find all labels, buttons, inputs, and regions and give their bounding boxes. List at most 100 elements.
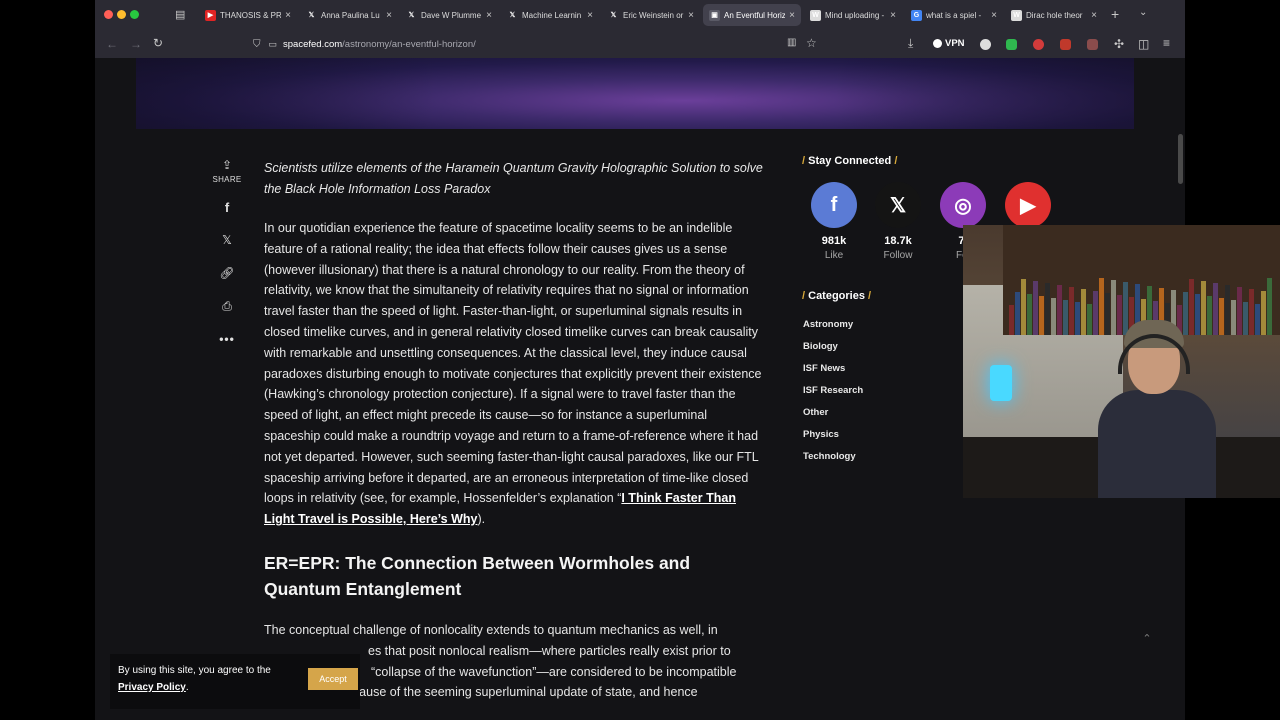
back-button[interactable]: ← — [106, 37, 118, 51]
category-link[interactable]: Biology — [803, 340, 863, 362]
extension-red-icon[interactable] — [1033, 39, 1044, 50]
tab-title: Anna Paulina Lu — [321, 10, 380, 20]
tab-title: Dave W Plumme — [421, 10, 482, 20]
shield-icon[interactable]: ⛉ — [253, 39, 261, 50]
browser-tab[interactable]: 𝕏 Eric Weinstein or × — [602, 4, 700, 26]
extension-abp-icon[interactable] — [1060, 39, 1071, 50]
category-link[interactable]: Other — [803, 406, 863, 428]
sidebar-icon[interactable]: ◫ — [1138, 37, 1149, 51]
tab-favicon-icon: ▶ — [205, 9, 216, 21]
tab-close-icon[interactable]: × — [789, 10, 795, 21]
cookie-message: By using this site, you agree to the — [118, 665, 271, 676]
tab-close-icon[interactable]: × — [386, 10, 392, 21]
more-icon[interactable]: ••• — [217, 329, 237, 349]
book-spine — [1087, 304, 1092, 335]
tab-close-icon[interactable]: × — [688, 10, 694, 21]
privacy-policy-link[interactable]: Privacy Policy — [118, 682, 186, 693]
share-header[interactable]: ⇪ SHARE — [212, 158, 241, 184]
list-tabs-button[interactable]: ⌄ — [1139, 7, 1147, 18]
paragraph-line-1: The conceptual challenge of nonlocality … — [264, 622, 718, 637]
vpn-button[interactable]: VPN — [933, 38, 965, 49]
browser-tab[interactable]: ▣ An Eventful Horiz × — [703, 4, 801, 26]
browser-tab[interactable]: W Mind uploading - × — [804, 4, 902, 26]
person-body — [1098, 390, 1216, 498]
browser-tab[interactable]: Gwhat is a spiel - × — [905, 4, 1003, 26]
back-to-top-button[interactable]: ⌃ — [1139, 630, 1155, 646]
follower-count: 981k — [821, 235, 847, 247]
downloads-icon[interactable]: ⤓ — [908, 36, 913, 51]
webcam-overlay — [963, 225, 1280, 498]
tab-close-icon[interactable]: × — [486, 10, 492, 21]
tab-title: THANOSIS & PR — [220, 10, 282, 20]
paragraph-text: In our quotidian experience the feature … — [264, 221, 762, 506]
cookie-banner: By using this site, you agree to the Pri… — [110, 654, 360, 709]
browser-tab[interactable]: 𝕏 Anna Paulina Lu × — [300, 4, 398, 26]
vpn-icon — [933, 39, 942, 48]
tab-close-icon[interactable]: × — [1091, 10, 1097, 21]
book-spine — [1237, 287, 1242, 335]
cookie-end: . — [185, 682, 189, 693]
book-spine — [1027, 294, 1032, 335]
extensions-puzzle-icon[interactable]: ✣ — [1114, 37, 1124, 51]
stay-connected-title: / Stay Connected / — [802, 155, 898, 167]
url-text[interactable]: spacefed.com/astronomy/an-eventful-horiz… — [283, 39, 476, 50]
tab-close-icon[interactable]: × — [587, 10, 593, 21]
accept-cookies-button[interactable]: Accept — [308, 668, 358, 690]
tab-close-icon[interactable]: × — [890, 10, 896, 21]
facebook-icon[interactable]: f — [217, 197, 237, 217]
category-link[interactable]: Technology — [803, 450, 863, 472]
extension-grid-icon[interactable] — [1087, 39, 1098, 50]
menu-icon[interactable]: ≡ — [1163, 36, 1170, 50]
youtube-icon[interactable]: ▶ — [1005, 182, 1051, 228]
social-follow-facebook[interactable]: f 981k Like — [811, 182, 857, 261]
category-link[interactable]: ISF News — [803, 362, 863, 384]
book-spine — [1009, 305, 1014, 335]
social-follow-x[interactable]: 𝕏 18.7k Follow — [875, 182, 921, 261]
tab-title: Mind uploading - — [825, 10, 885, 20]
category-list: Astronomy Biology ISF News ISF Research Othe… — [803, 318, 863, 472]
new-tab-button[interactable]: + — [1111, 6, 1119, 22]
link-icon[interactable]: 🔗︎ — [217, 263, 237, 283]
book-spine — [1039, 296, 1044, 335]
category-link[interactable]: ISF Research — [803, 384, 863, 406]
print-icon[interactable]: ⎙ — [217, 296, 237, 316]
tab-favicon-icon: W — [1011, 9, 1022, 21]
facebook-icon[interactable]: f — [811, 182, 857, 228]
extension-green-icon[interactable] — [1006, 39, 1017, 50]
book-spine — [1063, 300, 1068, 335]
x-icon[interactable]: 𝕏 — [217, 230, 237, 250]
book-spine — [1219, 298, 1224, 335]
browser-tab[interactable]: 𝕏 Dave W Plumme × — [400, 4, 498, 26]
category-link[interactable]: Astronomy — [803, 318, 863, 340]
vpn-label: VPN — [945, 38, 965, 49]
browser-tab[interactable]: 𝕏 Machine Learnin × — [501, 4, 599, 26]
extension-c-icon[interactable] — [980, 39, 991, 50]
tab-overview-icon[interactable]: ▤ — [175, 8, 185, 21]
reader-view-icon[interactable]: ▥ — [787, 37, 796, 48]
x-icon[interactable]: 𝕏 — [875, 182, 921, 228]
book-spine — [1243, 302, 1248, 335]
book-spine — [1075, 302, 1080, 335]
tab-close-icon[interactable]: × — [285, 10, 291, 21]
categories-label: Categories — [808, 290, 865, 302]
close-window-button[interactable] — [104, 10, 113, 19]
browser-tab[interactable]: W Dirac hole theor × — [1005, 4, 1103, 26]
category-link[interactable]: Physics — [803, 428, 863, 450]
book-spine — [1213, 283, 1218, 335]
minimize-window-button[interactable] — [117, 10, 126, 19]
tab-favicon-icon: G — [911, 9, 922, 21]
address-bar[interactable]: ⛉ ▭ spacefed.com/astronomy/an-eventful-h… — [253, 32, 823, 56]
share-label: SHARE — [212, 175, 242, 184]
zoom-window-button[interactable] — [130, 10, 139, 19]
tab-title: Dirac hole theor — [1026, 10, 1083, 20]
page-scrollbar[interactable] — [1178, 134, 1183, 184]
browser-tab[interactable]: ▶ THANOSIS & PR × — [199, 4, 297, 26]
instagram-icon[interactable]: ◎ — [940, 182, 986, 228]
tab-title: Eric Weinstein or — [623, 10, 684, 20]
forward-button[interactable]: → — [130, 37, 142, 51]
tab-close-icon[interactable]: × — [991, 10, 997, 21]
site-info-icon[interactable]: ▭ — [269, 39, 278, 50]
tab-favicon-icon: ▣ — [709, 9, 720, 21]
reload-button[interactable]: ↻ — [153, 36, 163, 50]
bookmark-star-icon[interactable]: ☆ — [806, 36, 817, 50]
